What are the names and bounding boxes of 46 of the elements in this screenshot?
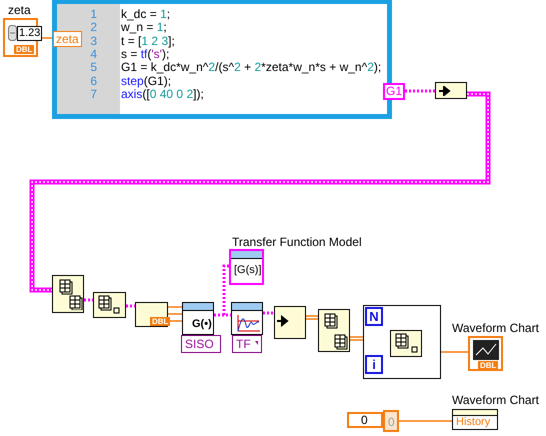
count-terminal: N bbox=[365, 307, 383, 326]
constant-value: 0 bbox=[388, 416, 395, 429]
step-response-icon bbox=[235, 313, 261, 333]
indicator-label: Waveform Chart bbox=[452, 322, 539, 335]
wire bbox=[168, 320, 182, 322]
arrow-icon bbox=[439, 86, 451, 96]
line-number: 3 bbox=[89, 34, 97, 48]
type-label: DBL bbox=[478, 361, 498, 370]
node-symbol: G(•) bbox=[192, 318, 212, 331]
wire bbox=[263, 312, 274, 314]
iteration-terminal: i bbox=[365, 355, 383, 374]
chart-icon bbox=[473, 340, 499, 360]
type-label: DBL bbox=[14, 45, 34, 54]
code-line: t = [1 2 3]; bbox=[121, 34, 175, 48]
code-line: k_dc = 1; bbox=[121, 8, 170, 21]
indicator-label: Transfer Function Model bbox=[232, 236, 362, 249]
line-number: 1 bbox=[89, 8, 97, 21]
line-number: 7 bbox=[89, 88, 97, 101]
wire bbox=[168, 306, 182, 308]
line-number: 6 bbox=[89, 74, 97, 88]
code-line: axis([0 40 0 2]); bbox=[121, 88, 204, 101]
wire bbox=[126, 304, 135, 308]
dropdown-icon[interactable] bbox=[254, 341, 258, 347]
code-line: s = tf('s'); bbox=[121, 48, 170, 61]
numeric-value: 0 bbox=[361, 414, 368, 427]
selector-dropdown[interactable]: SISO bbox=[181, 335, 221, 353]
code-line: G1 = k_dc*w_n^2/(s^2 + 2*zeta*w_n*s + w_n^2); bbox=[121, 61, 382, 74]
indicator-symbol: [G(s)] bbox=[234, 264, 262, 277]
wire bbox=[84, 298, 93, 302]
output-tunnel: G1 bbox=[383, 83, 406, 100]
wire bbox=[168, 313, 182, 315]
selector-dropdown[interactable]: TF bbox=[232, 335, 262, 353]
property-name: History bbox=[456, 416, 490, 429]
line-number: 2 bbox=[89, 21, 97, 34]
code-line: step(G1); bbox=[121, 74, 172, 88]
control-label: zeta bbox=[8, 4, 31, 17]
numeric-control[interactable]: 0 bbox=[347, 412, 383, 428]
code-line: w_n = 1; bbox=[121, 21, 167, 34]
arrow-icon bbox=[277, 315, 289, 327]
line-number: 5 bbox=[89, 61, 97, 74]
line-number: 4 bbox=[89, 48, 97, 61]
type-label: DBL bbox=[150, 317, 170, 326]
input-tunnel: zeta bbox=[53, 31, 82, 47]
property-node-label: Waveform Chart bbox=[452, 394, 539, 407]
numeric-value: 1.23 bbox=[17, 26, 42, 41]
spinner-icon[interactable] bbox=[8, 25, 17, 41]
